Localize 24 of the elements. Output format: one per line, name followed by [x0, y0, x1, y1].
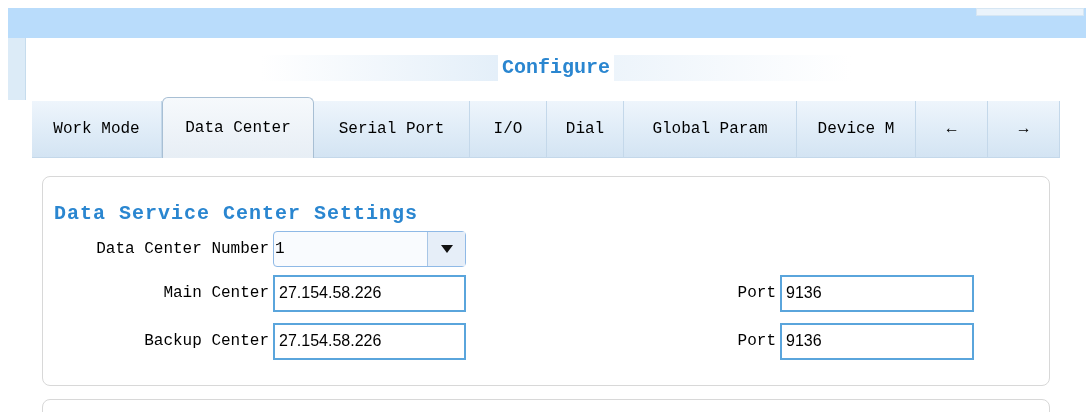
tab[interactable]: ←: [916, 101, 988, 158]
field-label: Port: [736, 331, 777, 352]
port-field[interactable]: 9136: [780, 322, 974, 360]
port-field[interactable]: 9136: [780, 274, 974, 312]
tab[interactable]: Global Param: [624, 101, 797, 158]
field-label: Main Center: [162, 283, 270, 304]
number-dropdown[interactable]: 1: [273, 231, 466, 267]
field-label: Data Center Number: [95, 239, 270, 260]
address-field[interactable]: 27.154.58.226: [273, 322, 466, 360]
section-title: Data Service Center Settings: [54, 201, 420, 227]
window-button[interactable]: [976, 8, 1084, 16]
tab[interactable]: Work Mode: [32, 101, 162, 158]
page-title: Configure: [498, 52, 614, 83]
tab[interactable]: Dial: [547, 101, 624, 158]
tab[interactable]: →: [988, 101, 1060, 158]
tab[interactable]: Data Center: [162, 97, 314, 158]
dropdown-arrow-icon: [440, 245, 453, 253]
tab[interactable]: Device M: [797, 101, 916, 158]
address-field[interactable]: 27.154.58.226: [273, 274, 466, 312]
side-panel-edge: [8, 38, 26, 100]
tab[interactable]: I/O: [470, 101, 547, 158]
tab[interactable]: Serial Port: [314, 101, 470, 158]
field-label: Port: [736, 283, 777, 304]
field-label: Backup Center: [143, 331, 270, 352]
